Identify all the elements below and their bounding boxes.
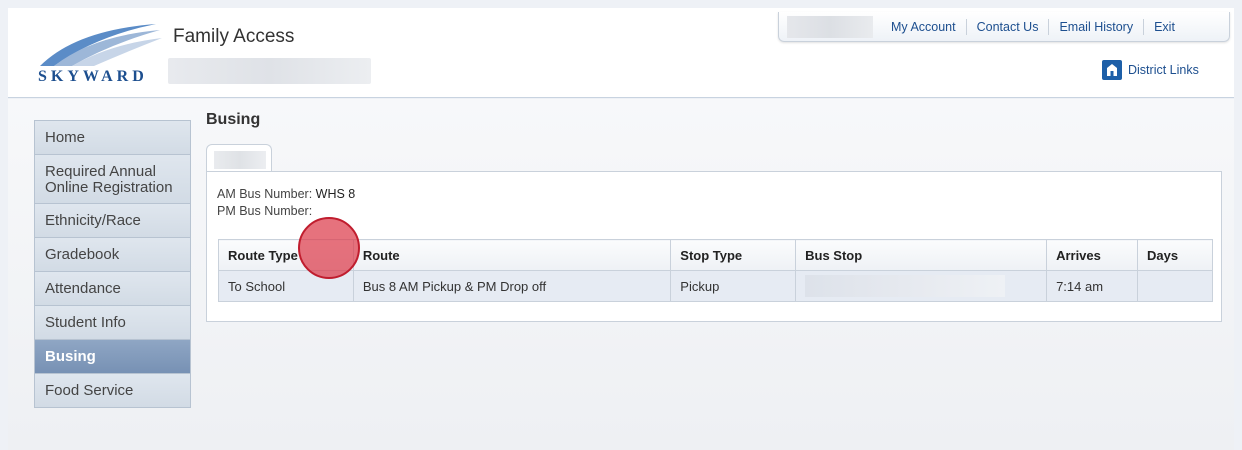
user-name-redacted: [787, 15, 873, 38]
column-header-stop-type[interactable]: Stop Type: [670, 239, 797, 271]
sidebar-item-attendance[interactable]: Attendance: [34, 272, 191, 306]
student-tab[interactable]: [206, 144, 272, 172]
am-bus-label: AM Bus Number:: [217, 187, 313, 201]
am-bus-value: WHS 8: [315, 187, 356, 201]
sidebar-item-gradebook[interactable]: Gradebook: [34, 238, 191, 272]
sidebar-item-busing[interactable]: Busing: [34, 340, 191, 374]
cell-bus-stop: [795, 270, 1048, 302]
bus-routes-table: Route Type Route Stop Type Bus Stop Arri…: [218, 239, 1213, 302]
sidebar-item-student-info[interactable]: Student Info: [34, 306, 191, 340]
bus-stop-redacted: [805, 275, 1006, 297]
column-header-arrives[interactable]: Arrives: [1046, 239, 1138, 271]
district-links-button[interactable]: District Links: [1102, 60, 1199, 80]
cell-stop-type: Pickup: [670, 270, 797, 302]
sidebar-item-registration[interactable]: Required Annual Online Registration: [34, 155, 191, 204]
click-indicator: [298, 217, 360, 279]
column-header-days[interactable]: Days: [1137, 239, 1213, 271]
bus-numbers: AM Bus Number: WHS 8 PM Bus Number:: [217, 186, 355, 220]
email-history-link[interactable]: Email History: [1048, 18, 1143, 35]
column-header-route[interactable]: Route: [352, 239, 672, 271]
contact-us-link[interactable]: Contact Us: [965, 18, 1049, 35]
column-header-bus-stop[interactable]: Bus Stop: [795, 239, 1048, 271]
page-title: Busing: [206, 111, 261, 128]
app-title: Family Access: [173, 26, 295, 47]
exit-link[interactable]: Exit: [1143, 18, 1185, 35]
sidebar-item-home[interactable]: Home: [34, 120, 191, 155]
cell-route: Bus 8 AM Pickup & PM Drop off: [352, 270, 672, 302]
sidebar-item-ethnicity[interactable]: Ethnicity/Race: [34, 204, 191, 238]
my-account-link[interactable]: My Account: [881, 19, 966, 35]
cell-arrives: 7:14 am: [1046, 270, 1138, 302]
district-links-label: District Links: [1128, 63, 1199, 77]
top-links-bar: My Account Contact Us Email History Exit: [778, 12, 1230, 42]
skyward-logo[interactable]: SKYWARD: [36, 22, 164, 88]
cell-days: [1137, 270, 1213, 302]
logo-swoosh-icon: [40, 24, 162, 66]
student-tab-name-redacted: [214, 151, 266, 169]
pm-bus-label: PM Bus Number:: [217, 204, 313, 218]
sidebar-item-food-service[interactable]: Food Service: [34, 374, 191, 408]
header: SKYWARD Family Access My Account Contact…: [8, 8, 1234, 98]
school-building-icon: [1102, 60, 1122, 80]
sidebar-nav: Home Required Annual Online Registration…: [34, 120, 191, 408]
logo-wordmark: SKYWARD: [38, 68, 148, 85]
student-name-redacted: [168, 58, 371, 84]
table-row[interactable]: To School Bus 8 AM Pickup & PM Drop off …: [218, 270, 1213, 302]
table-header-row: Route Type Route Stop Type Bus Stop Arri…: [218, 239, 1213, 271]
